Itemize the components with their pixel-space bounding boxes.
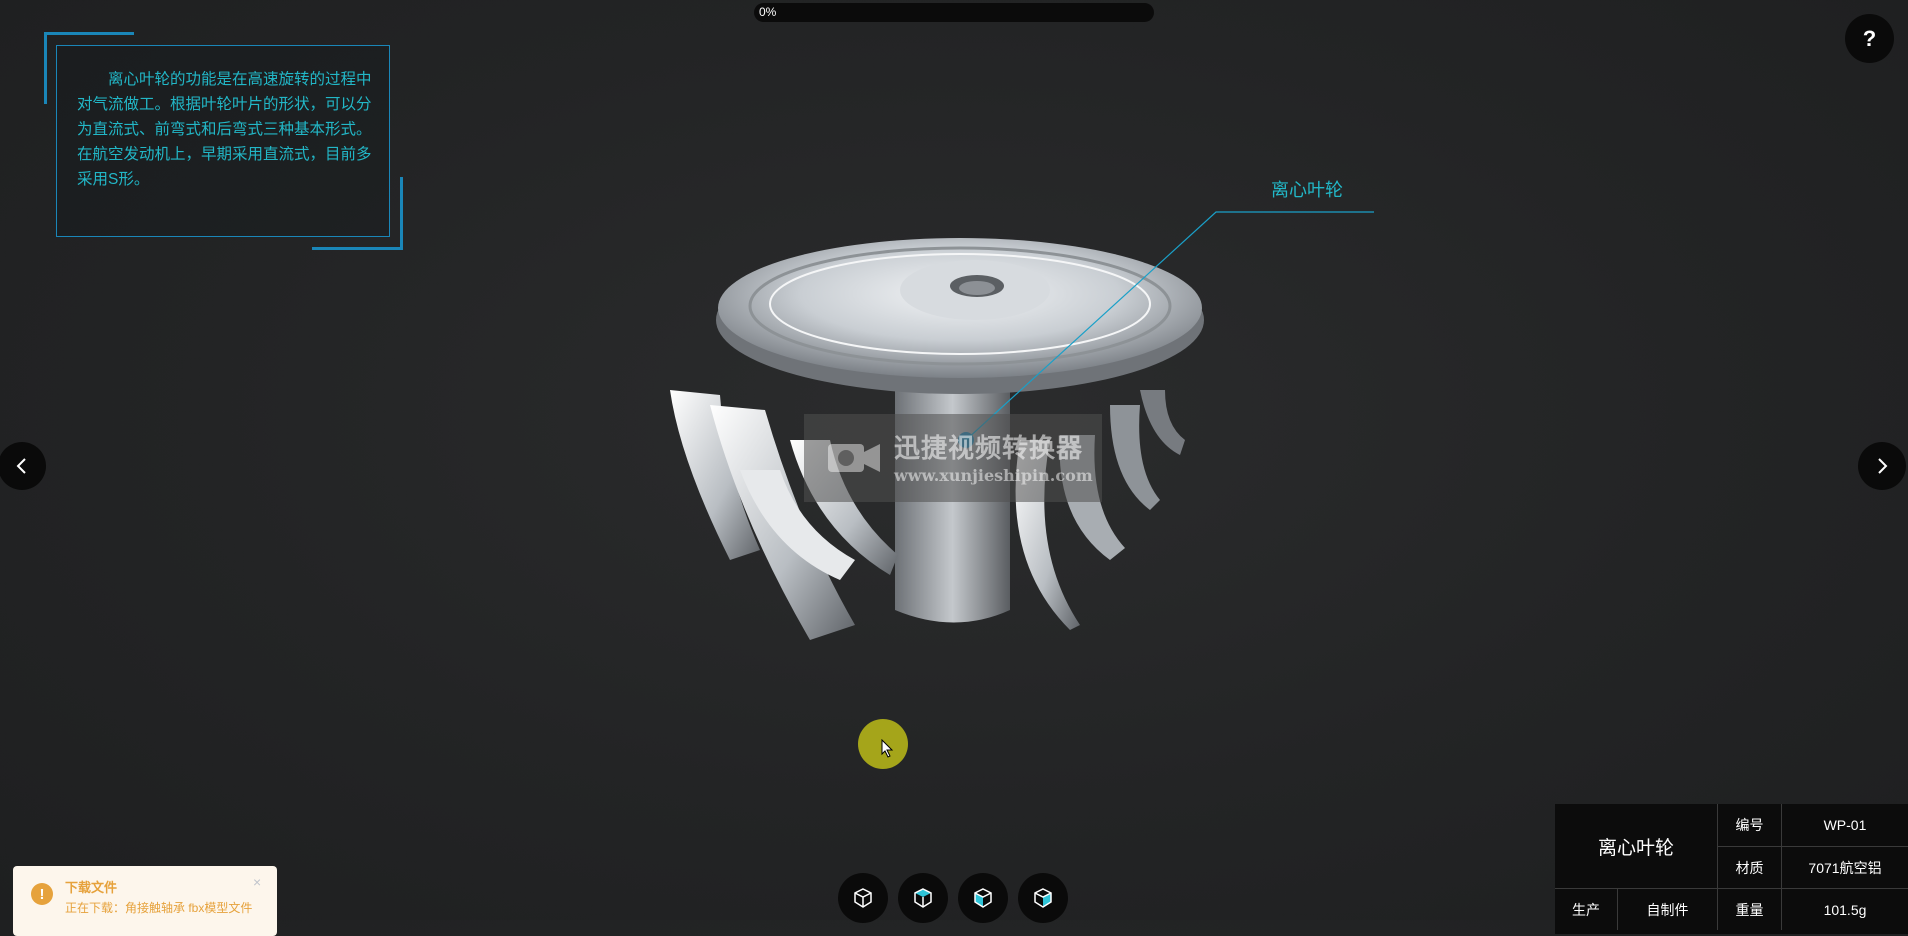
cube-icon xyxy=(854,888,872,908)
description-panel: 离心叶轮的功能是在高速旋转的过程中对气流做工。根据叶轮叶片的形状，可以分为直流式… xyxy=(56,45,390,237)
mouse-pointer-icon xyxy=(881,739,894,758)
panel-corner-top-left xyxy=(44,32,134,35)
spec-value-weight: 101.5g xyxy=(1781,888,1908,930)
chevron-right-icon xyxy=(1878,458,1888,474)
watermark-overlay: 迅捷视频转换器 www.xunjieshipin.com xyxy=(804,414,1102,502)
close-icon[interactable]: × xyxy=(253,874,261,890)
camera-icon xyxy=(828,444,880,472)
download-notification: ! 下载文件 正在下载：角接触轴承 fbx模型文件 × xyxy=(13,866,277,936)
cube-top-icon xyxy=(914,888,932,908)
next-model-button[interactable] xyxy=(1858,442,1906,490)
cursor-highlight xyxy=(858,719,908,769)
panel-corner-bottom-right-vertical xyxy=(400,177,403,250)
spec-key-id: 编号 xyxy=(1717,804,1781,846)
help-icon: ? xyxy=(1862,25,1877,51)
spec-key-material: 材质 xyxy=(1717,846,1781,888)
spec-key-production: 生产 xyxy=(1555,888,1617,930)
spec-value-material: 7071航空铝 xyxy=(1781,846,1908,888)
cube-front-icon xyxy=(974,888,992,908)
notification-title: 下载文件 xyxy=(65,880,118,895)
warning-icon: ! xyxy=(31,883,53,905)
chevron-left-icon xyxy=(16,458,26,474)
view-button-side[interactable] xyxy=(1018,873,1068,923)
help-button[interactable]: ? xyxy=(1845,14,1894,63)
view-button-iso[interactable] xyxy=(838,873,888,923)
panel-corner-top-left-vertical xyxy=(44,32,47,104)
watermark-url: www.xunjieshipin.com xyxy=(894,466,1093,485)
spec-table: 离心叶轮 编号 WP-01 材质 7071航空铝 生产 自制件 重量 101.5… xyxy=(1555,804,1908,934)
spec-key-weight: 重量 xyxy=(1717,888,1781,930)
progress-label: 0% xyxy=(759,5,777,19)
spec-part-name: 离心叶轮 xyxy=(1597,837,1674,859)
description-text: 离心叶轮的功能是在高速旋转的过程中对气流做工。根据叶轮叶片的形状，可以分为直流式… xyxy=(77,71,372,188)
part-callout-label[interactable]: 离心叶轮 xyxy=(1271,178,1343,202)
watermark-title: 迅捷视频转换器 xyxy=(894,433,1084,463)
spec-value-id: WP-01 xyxy=(1781,804,1908,846)
view-button-top[interactable] xyxy=(898,873,948,923)
view-button-front[interactable] xyxy=(958,873,1008,923)
loading-progress-bar: 0% xyxy=(754,3,1154,22)
panel-corner-bottom-right xyxy=(312,247,403,250)
notification-message: 正在下载：角接触轴承 fbx模型文件 xyxy=(65,901,253,915)
spec-value-production: 自制件 xyxy=(1617,888,1717,930)
cube-side-icon xyxy=(1034,888,1052,908)
previous-model-button[interactable] xyxy=(0,442,46,490)
